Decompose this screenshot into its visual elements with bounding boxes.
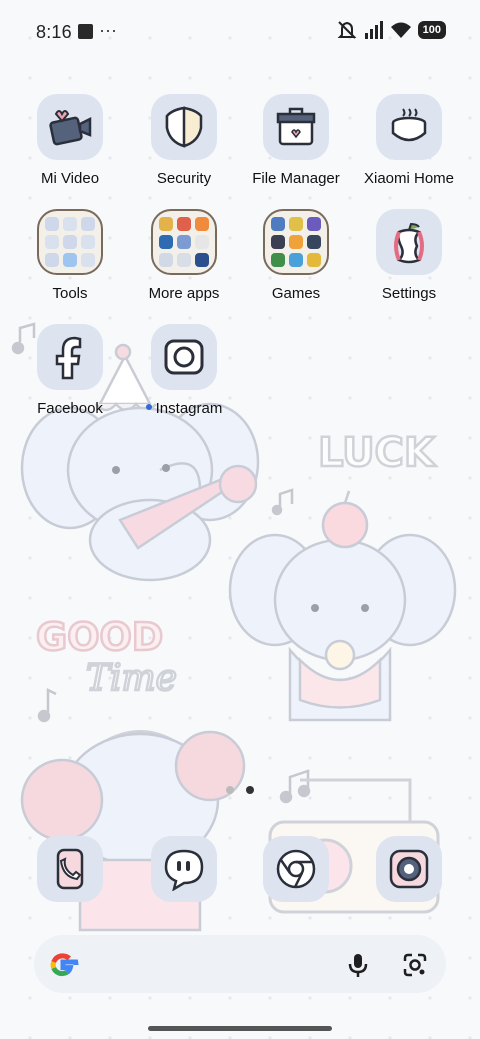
file-manager-icon (263, 94, 329, 160)
page-dot[interactable] (226, 786, 234, 794)
wifi-icon (390, 22, 411, 38)
signal-icon (364, 21, 383, 39)
silent-mode-icon (337, 21, 357, 39)
folder-more-apps[interactable]: More apps (124, 209, 244, 302)
folder-games[interactable]: Games (236, 209, 356, 302)
app-security[interactable]: Security (124, 94, 244, 187)
status-icons: 100 (336, 20, 446, 40)
app-label: File Manager (252, 170, 340, 187)
dock-messaging[interactable] (124, 836, 244, 902)
battery-indicator: 100 (417, 21, 446, 39)
app-label: Facebook (37, 400, 103, 417)
security-shield-icon (151, 94, 217, 160)
elephant-apple-doodle (228, 490, 457, 722)
app-file-manager[interactable]: File Manager (236, 94, 356, 187)
more-notifications-icon: ··· (99, 20, 117, 40)
microphone-icon[interactable] (346, 952, 370, 978)
folder-tools[interactable]: Tools (10, 209, 130, 302)
instagram-icon (151, 324, 217, 390)
xiaomi-home-icon (376, 94, 442, 160)
messaging-icon (151, 836, 217, 902)
tools-folder-icon (37, 209, 103, 275)
dock-camera[interactable] (349, 836, 469, 902)
wallpaper-luck-text: LUCK (318, 430, 437, 476)
app-label: Settings (381, 285, 437, 302)
wallpaper-good-text: GOOD (36, 615, 163, 659)
elephant-guitar-doodle (20, 402, 260, 582)
home-gesture-bar[interactable] (148, 1026, 332, 1031)
notification-square-icon (78, 24, 93, 39)
page-dot-current[interactable] (246, 786, 254, 794)
app-label: Mi Video (40, 170, 100, 187)
app-mi-video[interactable]: Mi Video (10, 94, 130, 187)
google-g-icon (50, 953, 79, 977)
mi-video-icon (37, 94, 103, 160)
app-facebook[interactable]: Facebook (10, 324, 130, 417)
facebook-icon (37, 324, 103, 390)
app-label: Tools (52, 285, 88, 302)
app-settings[interactable]: Settings (349, 209, 469, 302)
google-lens-icon[interactable] (402, 952, 428, 978)
new-app-dot (145, 404, 152, 411)
wallpaper-time-text: Time (86, 658, 177, 699)
app-instagram[interactable]: Instagram (124, 324, 244, 417)
phone-icon (37, 836, 103, 902)
dock-chrome[interactable] (236, 836, 356, 902)
google-search-bar[interactable] (34, 935, 446, 993)
games-folder-icon (263, 209, 329, 275)
chrome-icon (263, 836, 329, 902)
app-xiaomi-home[interactable]: Xiaomi Home (349, 94, 469, 187)
page-indicator (226, 786, 254, 794)
app-label: Security (156, 170, 212, 187)
app-label-text: Instagram (155, 400, 223, 417)
clock-text: 8:16 (36, 22, 72, 42)
app-label: Games (271, 285, 321, 302)
more-apps-folder-icon (151, 209, 217, 275)
app-label: Xiaomi Home (363, 170, 455, 187)
app-label: Instagram (124, 400, 244, 417)
settings-apple-core-icon (376, 209, 442, 275)
camera-icon (376, 836, 442, 902)
app-label: More apps (148, 285, 220, 302)
dock-phone[interactable] (10, 836, 130, 902)
status-bar: 8:16 ··· 100 (0, 0, 480, 64)
